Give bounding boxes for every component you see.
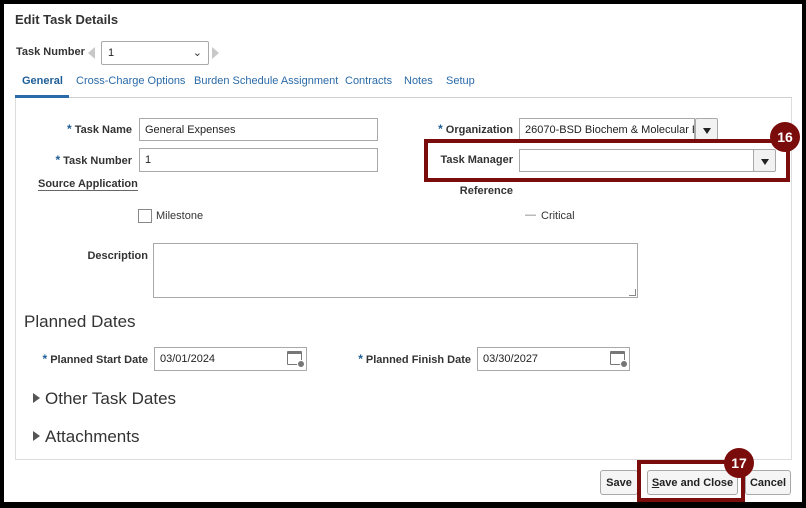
task-manager-highlight (424, 139, 790, 182)
tab-setup[interactable]: Setup (446, 75, 475, 87)
calendar-icon[interactable] (610, 351, 628, 368)
required-marker: * (358, 352, 363, 366)
planned-finish-date-input[interactable]: 03/30/2027 (477, 347, 630, 371)
resize-grip-icon[interactable] (629, 289, 636, 296)
step-16-badge: 16 (770, 122, 800, 152)
attachments-section[interactable]: Attachments (45, 427, 140, 447)
critical-label: Critical (541, 210, 575, 222)
required-marker: * (438, 122, 443, 136)
calendar-icon[interactable] (287, 351, 305, 368)
planned-finish-date-label: * Planned Finish Date (358, 352, 471, 366)
next-task-icon[interactable] (212, 47, 219, 59)
task-number-select[interactable]: 1 ⌄ (101, 41, 209, 65)
previous-task-icon[interactable] (88, 47, 95, 59)
task-number-input[interactable]: 1 (139, 148, 378, 172)
edit-task-details-dialog: Edit Task Details Task Number 1 ⌄ Genera… (4, 4, 802, 502)
expand-triangle-icon[interactable] (33, 393, 40, 403)
tab-notes[interactable]: Notes (404, 75, 433, 87)
required-marker: * (67, 122, 72, 136)
expand-triangle-icon[interactable] (33, 431, 40, 441)
tab-burden-schedule-assignment[interactable]: Burden Schedule Assignment (194, 75, 338, 87)
task-name-input[interactable]: General Expenses (139, 118, 378, 141)
tab-cross-charge-options[interactable]: Cross-Charge Options (76, 75, 185, 87)
required-marker: * (55, 153, 61, 167)
critical-indicator: — (525, 209, 536, 221)
source-application-label: Source Application (38, 178, 138, 191)
chevron-down-icon: ⌄ (192, 47, 202, 59)
milestone-label: Milestone (156, 210, 204, 222)
milestone-checkbox[interactable] (138, 209, 152, 223)
tab-general[interactable]: General (22, 75, 63, 87)
description-textarea[interactable] (153, 243, 638, 298)
task-number-select-value: 1 (108, 47, 115, 59)
cancel-button[interactable]: Cancel (745, 470, 791, 495)
task-number-label: * Task Number (55, 153, 132, 167)
dropdown-arrow-icon (703, 128, 711, 134)
organization-select[interactable]: 26070-BSD Biochem & Molecular Bio (519, 118, 695, 140)
save-button[interactable]: Save (600, 470, 638, 495)
task-number-nav-label: Task Number (16, 46, 85, 58)
required-marker: * (42, 352, 48, 366)
organization-label: * Organization (438, 122, 513, 136)
planned-dates-heading: Planned Dates (24, 312, 136, 331)
description-label: Description (87, 250, 148, 262)
planned-start-date-label: * Planned Start Date (42, 352, 148, 366)
step-17-badge: 17 (724, 448, 754, 478)
tab-contracts[interactable]: Contracts (345, 75, 392, 87)
organization-dropdown-button[interactable] (695, 118, 718, 140)
source-reference-label: Reference (459, 185, 513, 197)
planned-start-date-input[interactable]: 03/01/2024 (154, 347, 307, 371)
page-title: Edit Task Details (15, 12, 119, 27)
task-name-label: * Task Name (67, 122, 132, 136)
other-task-dates-section[interactable]: Other Task Dates (45, 389, 176, 409)
